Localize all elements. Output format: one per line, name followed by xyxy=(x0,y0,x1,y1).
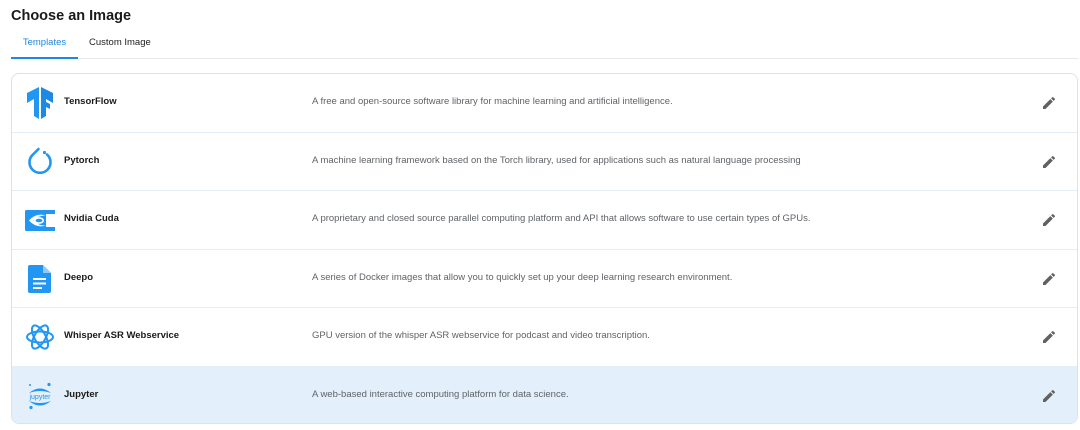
jupyter-icon: jupyter xyxy=(24,380,56,412)
template-description: A machine learning framework based on th… xyxy=(312,154,801,166)
nvidia-icon xyxy=(24,204,56,236)
edit-icon[interactable] xyxy=(1041,271,1057,287)
template-row-deepo[interactable]: Deepo A series of Docker images that all… xyxy=(12,250,1077,308)
template-description: GPU version of the whisper ASR webservic… xyxy=(312,330,650,341)
template-name: Jupyter xyxy=(64,388,99,400)
template-row-whisper-asr[interactable]: Whisper ASR Webservice GPU version of th… xyxy=(12,308,1077,367)
template-name: Whisper ASR Webservice xyxy=(64,330,180,341)
edit-icon[interactable] xyxy=(1041,212,1057,228)
svg-text:jupyter: jupyter xyxy=(28,394,51,401)
template-row-nvidia-cuda[interactable]: Nvidia Cuda A proprietary and closed sou… xyxy=(12,191,1077,250)
template-row-pytorch[interactable]: Pytorch A machine learning framework bas… xyxy=(12,133,1077,191)
openai-icon xyxy=(24,321,56,353)
template-row-jupyter[interactable]: jupyter Jupyter A web-based interactive … xyxy=(12,366,1077,423)
template-row-tensorflow[interactable]: TensorFlow A free and open-source softwa… xyxy=(12,74,1077,133)
template-list: TensorFlow A free and open-source softwa… xyxy=(11,73,1078,424)
template-description: A proprietary and closed source parallel… xyxy=(312,213,811,224)
template-name: Deepo xyxy=(64,271,94,283)
edit-icon[interactable] xyxy=(1041,95,1057,111)
tab-bar: Templates Custom Image xyxy=(11,35,1078,59)
document-icon xyxy=(24,263,56,295)
tab-custom-image[interactable]: Custom Image xyxy=(89,35,151,59)
edit-icon[interactable] xyxy=(1041,329,1057,345)
page-title: Choose an Image xyxy=(11,8,132,24)
tensorflow-icon xyxy=(24,87,56,119)
edit-icon[interactable] xyxy=(1041,388,1057,404)
template-name: Pytorch xyxy=(64,154,100,166)
template-name: TensorFlow xyxy=(64,96,117,107)
template-description: A series of Docker images that allow you… xyxy=(312,271,733,283)
template-name: Nvidia Cuda xyxy=(64,213,119,224)
pytorch-icon xyxy=(24,146,56,178)
template-description: A free and open-source software library … xyxy=(312,96,673,107)
edit-icon[interactable] xyxy=(1041,154,1057,170)
tab-templates[interactable]: Templates xyxy=(11,35,78,59)
template-description: A web-based interactive computing platfo… xyxy=(312,388,569,400)
